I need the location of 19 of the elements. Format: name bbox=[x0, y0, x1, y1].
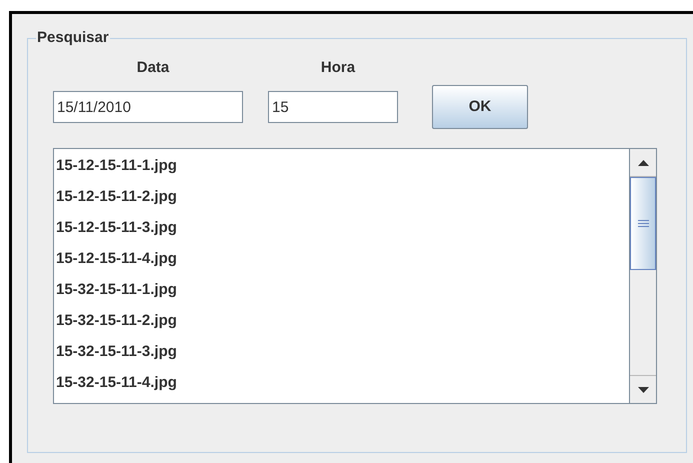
list-item[interactable]: 15-12-15-11-4.jpg bbox=[56, 244, 629, 275]
list-item[interactable]: 15-12-15-11-1.jpg bbox=[56, 151, 629, 182]
up-arrow-icon bbox=[638, 160, 648, 166]
text-field[interactable]: 15/11/2010 bbox=[53, 91, 243, 123]
scroll-thumb[interactable] bbox=[630, 177, 656, 270]
field-label: Hora bbox=[320, 59, 356, 77]
list-item[interactable]: 15-32-15-11-2.jpg bbox=[56, 306, 629, 337]
list-item[interactable]: 15-32-15-11-1.jpg bbox=[56, 275, 629, 306]
down-arrow-icon bbox=[638, 386, 648, 392]
field-label: Data bbox=[136, 59, 170, 77]
list-item[interactable]: 15-12-15-11-2.jpg bbox=[56, 182, 629, 213]
list-item[interactable]: 15-12-15-11-3.jpg bbox=[56, 213, 629, 244]
list-item[interactable]: 15-32-15-11-3.jpg bbox=[56, 337, 629, 368]
text-field[interactable]: 15 bbox=[268, 91, 398, 123]
grip-icon bbox=[638, 220, 648, 227]
list-item[interactable]: 15-32-15-11-4.jpg bbox=[56, 368, 629, 399]
scrollbar[interactable] bbox=[629, 149, 656, 403]
ok-button[interactable]: OK bbox=[432, 85, 528, 129]
group-title: Pesquisar bbox=[36, 29, 110, 47]
